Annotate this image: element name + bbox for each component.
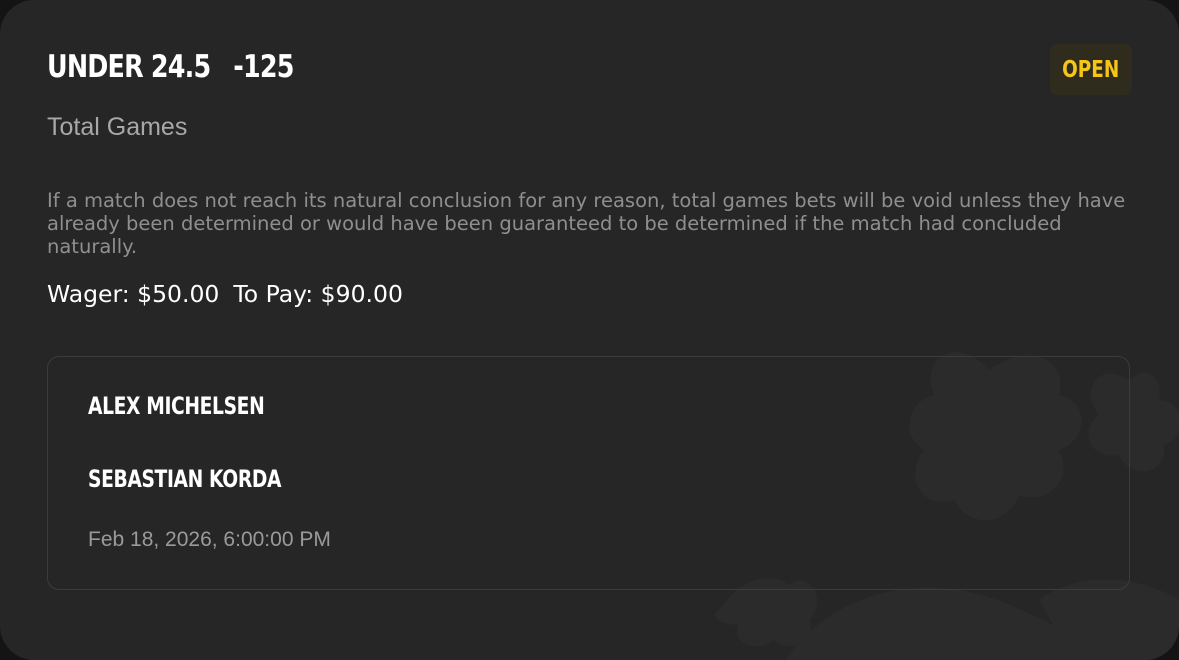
bet-card: UNDER 24.5 -125 OPEN Total Games If a mat… (0, 0, 1179, 660)
bet-odds: -125 (233, 49, 294, 85)
wager-amount: Wager: $50.00 (47, 280, 220, 308)
bet-amounts: Wager: $50.00 To Pay: $90.00 (47, 280, 403, 308)
match-datetime: Feb 18, 2026, 6:00:00 PM (88, 528, 331, 551)
to-pay-amount: To Pay: $90.00 (233, 280, 403, 308)
player-one-name: ALEX MICHELSEN (88, 392, 265, 420)
match-details: ALEX MICHELSEN SEBASTIAN KORDA Feb 18, 2… (47, 356, 1130, 590)
market-name: Total Games (47, 113, 188, 141)
status-label: OPEN (1062, 56, 1120, 83)
bet-selection: UNDER 24.5 (47, 49, 211, 85)
player-two-name: SEBASTIAN KORDA (88, 465, 282, 493)
market-rule-text: If a match does not reach its natural co… (47, 189, 1126, 258)
status-badge: OPEN (1050, 44, 1132, 95)
bet-title: UNDER 24.5 -125 (47, 44, 294, 90)
